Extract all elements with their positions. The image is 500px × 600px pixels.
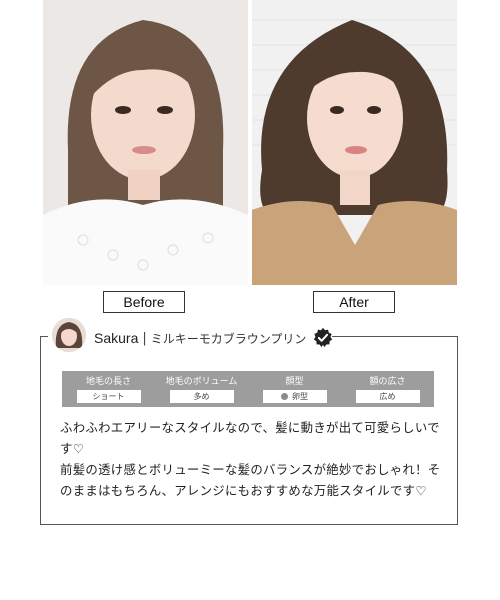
attribute-label: 額の広さ xyxy=(369,376,406,387)
card-border-left xyxy=(40,336,48,337)
review-text: ふわふわエアリーなスタイルなので、髪に動きが出て可愛らしいです♡ 前髪の透け感と… xyxy=(60,420,441,498)
before-photo xyxy=(43,0,248,285)
before-label: Before xyxy=(103,291,185,313)
style-name: ミルキーモカブラウンプリン xyxy=(150,331,307,346)
attribute-value: 多め xyxy=(169,389,234,403)
reviewer-avatar xyxy=(52,318,86,352)
attribute-value: 広め xyxy=(355,389,420,403)
attribute-label: 地毛の長さ xyxy=(85,376,131,387)
reviewer-name: Sakura xyxy=(94,330,139,346)
oval-shape-icon xyxy=(281,392,288,400)
attribute-label: 顔型 xyxy=(285,376,304,387)
attribute-value-face-shape: 卵型 xyxy=(262,389,327,403)
attribute-hair-volume: 地毛のボリューム 多め xyxy=(162,376,242,403)
attribute-hair-length: 地毛の長さ ショート xyxy=(69,376,149,403)
after-photo xyxy=(252,0,457,285)
hair-attributes-bar: 地毛の長さ ショート 地毛のボリューム 多め 顔型 卵型 額の広さ 広め xyxy=(62,371,434,407)
attribute-value: 卵型 xyxy=(292,391,308,401)
attribute-forehead-width: 額の広さ 広め xyxy=(348,376,428,403)
attribute-value: ショート xyxy=(76,389,141,403)
after-label: After xyxy=(313,291,395,313)
card-border-right xyxy=(332,336,457,337)
attribute-face-shape: 顔型 卵型 xyxy=(255,376,335,403)
reviewer-separator: | xyxy=(142,330,147,346)
attribute-label: 地毛のボリューム xyxy=(165,376,238,387)
check-badge-icon xyxy=(314,327,333,348)
reviewer-header: Sakura | ミルキーモカブラウンプリン xyxy=(94,327,334,348)
